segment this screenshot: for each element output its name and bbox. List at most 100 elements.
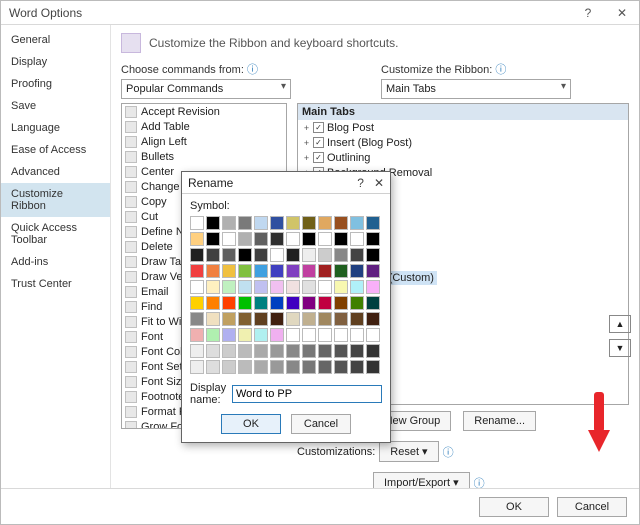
symbol-swatch[interactable] (318, 216, 332, 230)
symbol-swatch[interactable] (206, 360, 220, 374)
symbol-swatch[interactable] (334, 328, 348, 342)
nav-item-advanced[interactable]: Advanced (1, 161, 110, 183)
symbol-swatch[interactable] (238, 280, 252, 294)
symbol-swatch[interactable] (286, 344, 300, 358)
symbol-swatch[interactable] (190, 280, 204, 294)
checkbox[interactable]: ✓ (313, 137, 324, 148)
symbol-swatch[interactable] (190, 360, 204, 374)
symbol-swatch[interactable] (302, 248, 316, 262)
symbol-swatch[interactable] (286, 328, 300, 342)
symbol-swatch[interactable] (350, 312, 364, 326)
symbol-swatch[interactable] (238, 360, 252, 374)
info-icon[interactable]: ⓘ (443, 444, 454, 460)
symbol-swatch[interactable] (206, 328, 220, 342)
symbol-swatch[interactable] (302, 296, 316, 310)
symbol-swatch[interactable] (254, 232, 268, 246)
symbol-swatch[interactable] (334, 312, 348, 326)
symbol-swatch[interactable] (350, 248, 364, 262)
symbol-swatch[interactable] (190, 264, 204, 278)
symbol-swatch[interactable] (350, 328, 364, 342)
symbol-swatch[interactable] (334, 344, 348, 358)
help-button[interactable]: ? (571, 1, 605, 25)
symbol-swatch[interactable] (190, 344, 204, 358)
symbol-swatch[interactable] (238, 248, 252, 262)
symbol-swatch[interactable] (318, 328, 332, 342)
symbol-swatch[interactable] (366, 248, 380, 262)
tree-row[interactable]: +✓Outlining (298, 150, 628, 165)
symbol-swatch[interactable] (190, 216, 204, 230)
symbol-swatch[interactable] (254, 344, 268, 358)
customize-ribbon-dropdown[interactable]: Main Tabs (381, 79, 571, 99)
symbol-swatch[interactable] (254, 328, 268, 342)
symbol-swatch[interactable] (270, 360, 284, 374)
nav-item-general[interactable]: General (1, 29, 110, 51)
info-icon[interactable]: ⓘ (495, 64, 506, 76)
symbol-swatch[interactable] (366, 280, 380, 294)
rename-cancel-button[interactable]: Cancel (291, 414, 351, 434)
tree-row[interactable]: +✓Insert (Blog Post) (298, 135, 628, 150)
symbol-swatch[interactable] (318, 360, 332, 374)
symbol-swatch[interactable] (238, 344, 252, 358)
symbol-swatch[interactable] (350, 360, 364, 374)
symbol-swatch[interactable] (366, 264, 380, 278)
symbol-swatch[interactable] (206, 280, 220, 294)
symbol-swatch[interactable] (366, 328, 380, 342)
symbol-swatch[interactable] (302, 280, 316, 294)
symbol-swatch[interactable] (254, 296, 268, 310)
symbol-swatch[interactable] (270, 232, 284, 246)
symbol-swatch[interactable] (206, 248, 220, 262)
symbol-swatch[interactable] (222, 232, 236, 246)
symbol-swatch[interactable] (286, 360, 300, 374)
nav-item-language[interactable]: Language (1, 117, 110, 139)
nav-item-proofing[interactable]: Proofing (1, 73, 110, 95)
ok-button[interactable]: OK (479, 497, 549, 517)
nav-item-quick-access-toolbar[interactable]: Quick Access Toolbar (1, 217, 110, 251)
symbol-swatch[interactable] (270, 312, 284, 326)
dialog-close-button[interactable]: ✕ (374, 176, 384, 190)
symbol-swatch[interactable] (334, 296, 348, 310)
tree-row[interactable]: +✓Blog Post (298, 120, 628, 135)
symbol-swatch[interactable] (206, 312, 220, 326)
symbol-swatch[interactable] (318, 264, 332, 278)
symbol-swatch[interactable] (270, 296, 284, 310)
symbol-swatch[interactable] (222, 216, 236, 230)
symbol-swatch[interactable] (206, 216, 220, 230)
close-button[interactable]: ✕ (605, 1, 639, 25)
dialog-help-button[interactable]: ? (357, 176, 364, 190)
symbol-swatch[interactable] (366, 232, 380, 246)
nav-item-display[interactable]: Display (1, 51, 110, 73)
symbol-swatch[interactable] (302, 312, 316, 326)
rename-ok-button[interactable]: OK (221, 414, 281, 434)
symbol-swatch[interactable] (270, 216, 284, 230)
symbol-swatch[interactable] (222, 296, 236, 310)
symbol-swatch[interactable] (318, 344, 332, 358)
symbol-swatch[interactable] (366, 344, 380, 358)
move-up-button[interactable]: ▲ (609, 315, 631, 333)
symbol-swatch[interactable] (206, 264, 220, 278)
symbol-swatch[interactable] (254, 312, 268, 326)
symbol-swatch[interactable] (238, 216, 252, 230)
checkbox[interactable]: ✓ (313, 122, 324, 133)
symbol-swatch[interactable] (238, 232, 252, 246)
symbol-swatch[interactable] (318, 248, 332, 262)
symbol-swatch[interactable] (318, 296, 332, 310)
symbol-swatch[interactable] (286, 216, 300, 230)
cancel-button[interactable]: Cancel (557, 497, 627, 517)
symbol-swatch[interactable] (334, 232, 348, 246)
symbol-swatch[interactable] (334, 360, 348, 374)
symbol-swatch[interactable] (222, 248, 236, 262)
command-item[interactable]: Bullets (122, 149, 286, 164)
nav-item-ease-of-access[interactable]: Ease of Access (1, 139, 110, 161)
move-down-button[interactable]: ▼ (609, 339, 631, 357)
symbol-swatch[interactable] (334, 248, 348, 262)
symbol-swatch[interactable] (270, 264, 284, 278)
info-icon[interactable]: ⓘ (247, 64, 258, 76)
symbol-swatch[interactable] (238, 296, 252, 310)
symbol-swatch[interactable] (286, 312, 300, 326)
symbol-swatch[interactable] (350, 264, 364, 278)
symbol-swatch[interactable] (334, 280, 348, 294)
symbol-swatch[interactable] (270, 280, 284, 294)
nav-item-save[interactable]: Save (1, 95, 110, 117)
symbol-swatch[interactable] (366, 296, 380, 310)
expander-icon[interactable]: + (302, 153, 313, 163)
